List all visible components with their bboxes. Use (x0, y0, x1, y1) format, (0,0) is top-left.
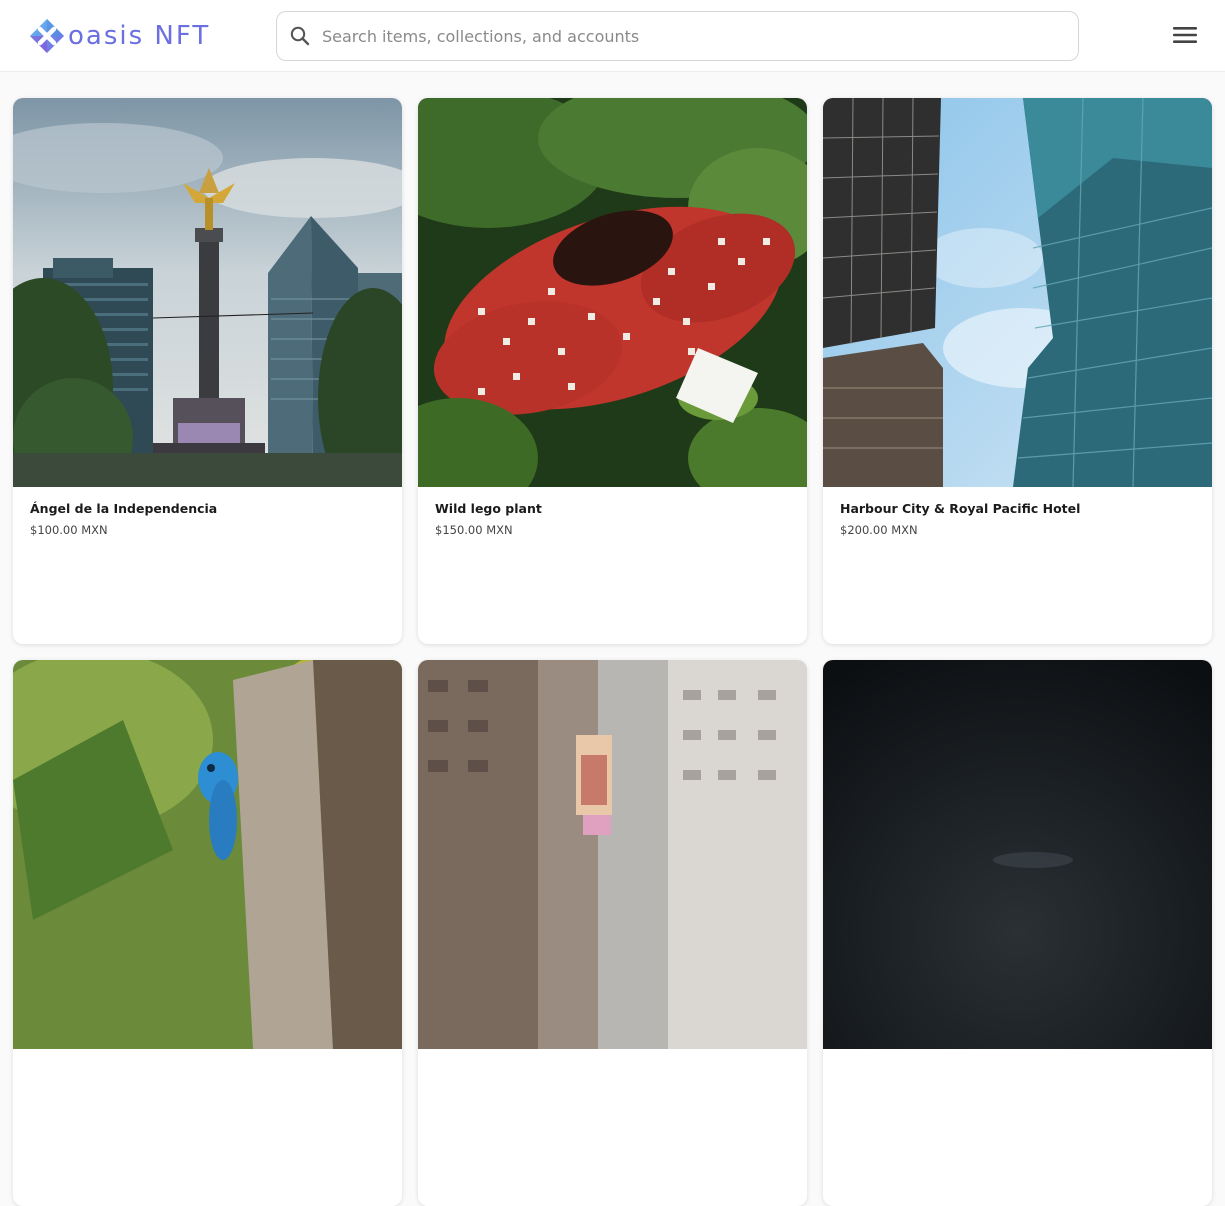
menu-button[interactable] (1168, 20, 1202, 50)
nft-title: Ángel de la Independencia (30, 501, 218, 516)
skyscrapers-image (823, 98, 1212, 487)
nft-card[interactable] (823, 660, 1212, 1206)
search-bar[interactable] (276, 11, 1079, 61)
lego-flower-image (418, 98, 807, 487)
nft-card[interactable]: Harbour City & Royal Pacific Hotel $200.… (823, 98, 1212, 644)
top-navbar: oasis NFT (0, 0, 1225, 72)
nft-price: $150.00 MXN (435, 523, 513, 537)
dark-image (823, 660, 1212, 1049)
hamburger-menu-icon (1173, 27, 1197, 43)
brand-name: oasis NFT (68, 21, 211, 51)
nft-card[interactable]: Ángel de la Independencia $100.00 MXN (13, 98, 402, 644)
nft-title: Wild lego plant (435, 501, 542, 516)
angel-monument-image (13, 98, 402, 487)
city-street-image (418, 660, 807, 1049)
nft-card[interactable]: Wild lego plant $150.00 MXN (418, 98, 807, 644)
nft-card[interactable] (13, 660, 402, 1206)
nft-title: Harbour City & Royal Pacific Hotel (840, 501, 1081, 516)
nft-grid: Ángel de la Independencia $100.00 MXN Wi… (13, 98, 1212, 1206)
search-input[interactable] (322, 21, 1062, 51)
blue-lizard-image (13, 660, 402, 1049)
search-icon (290, 26, 310, 46)
oasis-x-logo-icon (30, 19, 64, 53)
brand-logo[interactable]: oasis NFT (29, 17, 210, 55)
nft-price: $200.00 MXN (840, 523, 918, 537)
nft-price: $100.00 MXN (30, 523, 108, 537)
nft-card[interactable] (418, 660, 807, 1206)
